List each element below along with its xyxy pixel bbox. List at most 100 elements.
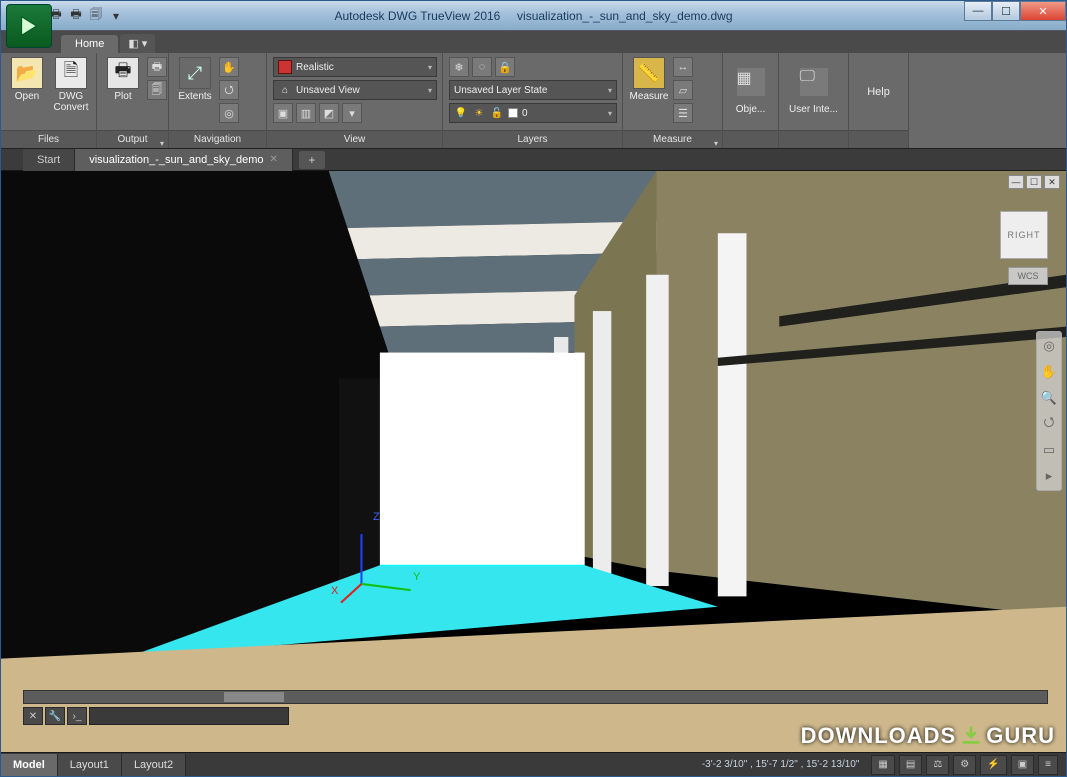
navbar-more-icon[interactable]: ▸ [1039,466,1059,486]
panel-navigation: ⤢ Extents ✋ ⭯ ◎ Navigation [169,53,267,148]
measure-button[interactable]: 📏 Measure [629,57,669,102]
application-menu-button[interactable] [6,4,52,48]
layer-lock-icon[interactable]: 🔒 [495,57,515,77]
zoom-tool-icon[interactable]: 🔍 [1039,388,1059,408]
maximize-button[interactable]: ☐ [992,1,1020,21]
extents-icon: ⤢ [179,57,211,89]
tab-home[interactable]: Home [61,35,118,53]
viewcube[interactable]: RIGHT [1000,211,1048,259]
plot-button[interactable]: 🖶 Plot [103,57,143,102]
panel-title-output: Output▾ [97,130,168,148]
visual-style-combo[interactable]: Realistic▾ [273,57,437,77]
tab-model[interactable]: Model [1,754,58,776]
sun-icon: ☀ [472,106,486,120]
named-view-combo[interactable]: ⌂ Unsaved View▾ [273,80,437,100]
viewport-maximize-icon[interactable]: ☐ [1026,175,1042,189]
new-tab-button[interactable]: + [299,151,325,169]
full-nav-wheel-icon[interactable]: ◎ [1039,336,1059,356]
commandline-close-icon[interactable]: ✕ [23,707,43,725]
distance-icon[interactable]: ↔ [673,57,693,77]
commandline-prompt-icon[interactable]: ›_ [67,707,87,725]
titlebar: 📂 🖫 🖶 🖶 🗐 ▾ Autodesk DWG TrueView 2016 v… [1,1,1066,31]
pan-icon[interactable]: ✋ [219,57,239,77]
view-bottom-icon[interactable]: ▥ [296,103,316,123]
lightbulb-icon: 💡 [454,106,468,120]
viewport-horizontal-scrollbar[interactable] [23,690,1048,704]
panel-layers: ❄ ◌ 🔒 Unsaved Layer State▾ 💡 ☀ 🔓 0▾ Laye… [443,53,623,148]
workspace-switch-icon[interactable]: ⚙ [953,755,976,775]
cursor-coordinates: -3'-2 3/10" , 15'-7 1/2" , 15'-2 13/10" [694,759,868,770]
area-icon[interactable]: ▱ [673,80,693,100]
app-name: Autodesk DWG TrueView 2016 [334,9,500,23]
pan-tool-icon[interactable]: ✋ [1039,362,1059,382]
publish-icon[interactable]: 🗐 [87,7,105,25]
customize-status-icon[interactable]: ≡ [1038,755,1058,775]
batch-plot-icon[interactable]: 🖶 [147,57,167,77]
panel-files: 📂 Open 🗎 DWG Convert Files [1,53,97,148]
axis-x-label: X [331,585,338,597]
tab-layout2[interactable]: Layout2 [122,754,186,776]
file-name: visualization_-_sun_and_sky_demo.dwg [517,9,732,23]
dwg-convert-button[interactable]: 🗎 DWG Convert [51,57,91,113]
minimize-button[interactable]: — [964,1,992,21]
close-tab-icon[interactable]: ✕ [270,149,278,171]
layer-freeze-icon[interactable]: ❄ [449,57,469,77]
camera-icon: ⌂ [278,83,292,97]
tab-document[interactable]: visualization_-_sun_and_sky_demo ✕ [75,149,293,171]
user-interface-icon: 🖵 [800,68,828,96]
list-icon[interactable]: ☰ [673,103,693,123]
panel-help[interactable]: Help [849,53,909,148]
ribbon: 📂 Open 🗎 DWG Convert Files 🖶 Plot 🖶 [1,53,1066,149]
layer-state-combo[interactable]: Unsaved Layer State▾ [449,80,617,100]
panel-output: 🖶 Plot 🖶 🗐 Output▾ [97,53,169,148]
viewport-minimize-icon[interactable]: — [1008,175,1024,189]
tab-start[interactable]: Start [23,149,75,171]
view-top-icon[interactable]: ▣ [273,103,293,123]
panel-view: Realistic▾ ⌂ Unsaved View▾ ▣ ▥ ◩ ▾ View [267,53,443,148]
ruler-icon: 📏 [633,57,665,89]
orbit-tool-icon[interactable]: ⭯ [1039,414,1059,434]
panel-user-interface[interactable]: 🖵 User Inte... [779,53,849,148]
panel-object-snap[interactable]: ▦ Obje... [723,53,779,148]
view-more-icon[interactable]: ▾ [342,103,362,123]
grid-toggle[interactable]: ▤ [899,755,922,775]
annotation-scale[interactable]: ⚖ [926,755,949,775]
showmotion-icon[interactable]: ▭ [1039,440,1059,460]
commandline-settings-icon[interactable]: 🔧 [45,707,65,725]
close-button[interactable]: ✕ [1020,1,1066,21]
viewport-close-icon[interactable]: ✕ [1044,175,1060,189]
viewport-window-controls: — ☐ ✕ [1008,175,1060,189]
tab-addins[interactable]: ◧ ▾ [120,34,155,53]
panel-title-navigation: Navigation [169,130,266,148]
page-setup-icon[interactable]: 🗐 [147,80,167,100]
orbit-icon[interactable]: ⭯ [219,80,239,100]
view-iso-icon[interactable]: ◩ [319,103,339,123]
printer-icon: 🖶 [107,57,139,89]
navigation-bar: ◎ ✋ 🔍 ⭯ ▭ ▸ [1036,331,1062,491]
status-tray: -3'-2 3/10" , 15'-7 1/2" , 15'-2 13/10" … [694,753,1066,776]
axis-z-label: Z [373,511,380,523]
current-layer-combo[interactable]: 💡 ☀ 🔓 0▾ [449,103,617,123]
coordinate-system-badge[interactable]: WCS [1008,267,1048,285]
watermark: DOWNLOADS GURU [801,723,1055,749]
model-viewport[interactable]: Z Y X — ☐ ✕ RIGHT WCS ◎ ✋ 🔍 ⭯ ▭ ▸ ✕ 🔧 ›_ [1,171,1066,752]
layer-off-icon[interactable]: ◌ [472,57,492,77]
plot-preview-icon[interactable]: 🖶 [67,7,85,25]
axis-y-label: Y [413,571,420,583]
tab-layout1[interactable]: Layout1 [58,754,122,776]
convert-icon: 🗎 [55,57,87,89]
scene-render [1,171,1066,752]
extents-button[interactable]: ⤢ Extents [175,57,215,102]
clean-screen-icon[interactable]: ▣ [1011,755,1034,775]
steering-wheel-icon[interactable]: ◎ [219,103,239,123]
model-space-toggle[interactable]: ▦ [871,755,894,775]
window-buttons: — ☐ ✕ [964,1,1066,30]
lock-open-icon: 🔓 [490,106,504,120]
open-button[interactable]: 📂 Open [7,57,47,102]
visual-style-icon [278,60,292,74]
qat-dropdown-icon[interactable]: ▾ [107,7,125,25]
panel-title-view: View [267,130,442,148]
commandline-input[interactable] [89,707,289,725]
folder-open-icon: 📂 [11,57,43,89]
hardware-accel-icon[interactable]: ⚡ [980,755,1006,775]
